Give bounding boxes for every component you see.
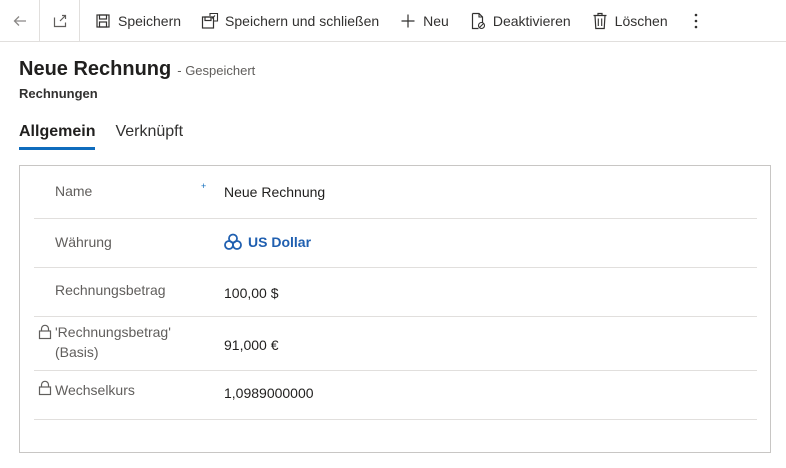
new-button[interactable]: Neu xyxy=(389,0,459,42)
field-label-amount-base-line1: 'Rechnungsbetrag' xyxy=(55,324,171,340)
general-section: Name + Neue Rechnung Währung US Dollar R… xyxy=(19,165,771,453)
tab-allgemein[interactable]: Allgemein xyxy=(19,123,96,150)
trash-icon xyxy=(591,12,609,30)
field-value-exchange-rate: 1,0989000000 xyxy=(224,385,314,401)
page-title: Neue Rechnung xyxy=(19,58,172,80)
save-close-icon xyxy=(201,12,219,30)
plus-icon xyxy=(399,12,417,30)
delete-label: Löschen xyxy=(614,12,668,29)
save-and-close-label: Speichern und schließen xyxy=(225,12,380,29)
save-status: - Gespeichert xyxy=(177,63,256,78)
currency-lookup-link[interactable]: US Dollar xyxy=(224,233,311,251)
more-commands-button[interactable] xyxy=(678,0,714,42)
field-row-name: Name + Neue Rechnung xyxy=(34,166,757,219)
open-in-new-window-button[interactable] xyxy=(40,0,80,42)
save-button[interactable]: Speichern xyxy=(84,0,191,42)
currency-icon xyxy=(224,233,242,250)
lock-icon xyxy=(38,324,52,340)
deactivate-label: Deaktivieren xyxy=(492,12,571,29)
field-row-amount-base: 'Rechnungsbetrag' (Basis) 91,000 € xyxy=(34,317,757,371)
delete-button[interactable]: Löschen xyxy=(581,0,678,42)
arrow-left-icon xyxy=(13,15,26,26)
back-button[interactable] xyxy=(0,0,40,42)
field-row-currency: Währung US Dollar xyxy=(34,219,757,268)
entity-name: Rechnungen xyxy=(19,86,98,101)
pop-out-icon xyxy=(53,14,66,27)
field-value-name[interactable]: Neue Rechnung xyxy=(224,184,325,200)
field-label-amount-base: 'Rechnungsbetrag' (Basis) xyxy=(55,322,171,362)
save-and-close-button[interactable]: Speichern und schließen xyxy=(191,0,389,42)
field-value-amount-base: 91,000 € xyxy=(224,337,279,353)
field-label-exchange-rate: Wechselkurs xyxy=(55,382,135,398)
save-icon xyxy=(94,12,112,30)
required-indicator: + xyxy=(201,181,207,191)
field-label-name: Name xyxy=(55,183,93,199)
field-row-amount: Rechnungsbetrag 100,00 $ xyxy=(34,268,757,317)
field-row-exchange-rate: Wechselkurs 1,0989000000 xyxy=(34,371,757,420)
tab-verknuepft[interactable]: Verknüpft xyxy=(115,123,183,150)
record-header: Neue Rechnung - Gespeichert xyxy=(19,58,255,81)
more-vertical-icon xyxy=(694,13,697,28)
form-tabs: Allgemein Verknüpft xyxy=(19,123,203,150)
field-value-amount[interactable]: 100,00 $ xyxy=(224,285,279,301)
field-label-currency: Währung xyxy=(55,234,112,250)
deactivate-document-icon xyxy=(469,12,487,30)
lock-icon xyxy=(38,380,52,396)
save-label: Speichern xyxy=(118,12,182,29)
field-label-amount: Rechnungsbetrag xyxy=(55,282,166,298)
new-label: Neu xyxy=(423,12,449,29)
deactivate-button[interactable]: Deaktivieren xyxy=(459,0,581,42)
command-bar: Speichern Speichern und schließen Neu De… xyxy=(0,0,786,42)
currency-value: US Dollar xyxy=(248,234,312,250)
field-label-amount-base-line2: (Basis) xyxy=(55,344,99,360)
